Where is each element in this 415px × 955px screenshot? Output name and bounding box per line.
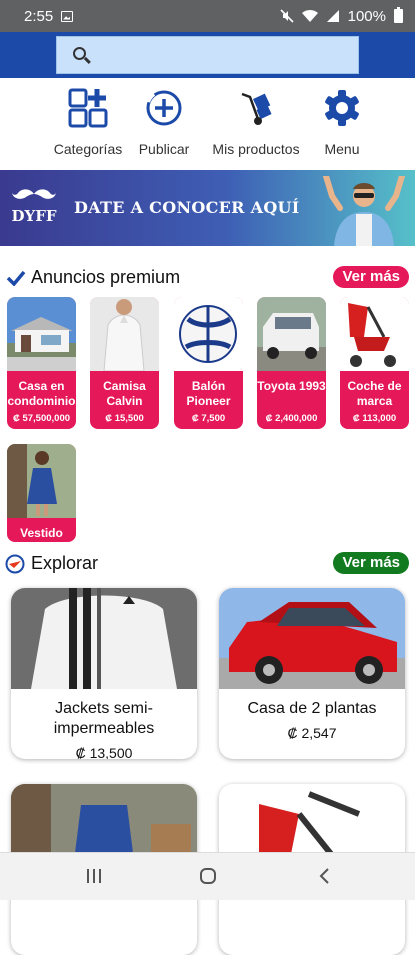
mustache-icon xyxy=(12,189,56,199)
product-name: Vestido xyxy=(20,526,63,540)
search-bar[interactable] xyxy=(56,36,359,74)
gear-icon xyxy=(325,90,359,126)
hand-truck-icon xyxy=(241,92,272,125)
premium-card[interactable]: Casa en condominio ₡ 57,500,000 xyxy=(7,297,76,429)
nav-publicar[interactable]: Publicar xyxy=(136,88,192,157)
explore-title: Explorar xyxy=(31,553,99,573)
product-price: ₡ 15,500 xyxy=(105,413,144,424)
nav-mis-productos[interactable]: Mis productos xyxy=(210,88,302,157)
nav-menu[interactable]: Menu xyxy=(322,88,362,157)
nav-categorias[interactable]: Categorías xyxy=(53,88,123,157)
product-price: ₡ 57,500,000 xyxy=(12,413,71,424)
categories-icon xyxy=(68,88,108,128)
banner-person-image xyxy=(323,176,405,246)
product-name: Camisa Calvin xyxy=(103,379,146,408)
product-image xyxy=(90,297,159,372)
product-price: ₡ 113,000 xyxy=(352,413,397,424)
system-nav-bar xyxy=(0,852,415,900)
recent-apps-icon[interactable] xyxy=(85,867,103,885)
check-icon xyxy=(6,270,26,286)
product-price: ₡ 2,547 xyxy=(287,725,337,741)
mute-icon xyxy=(280,9,294,23)
premium-title: Anuncios premium xyxy=(31,267,181,287)
explore-section-header: Explorar Ver más xyxy=(0,550,415,578)
status-time: 2:55 xyxy=(24,7,54,25)
premium-see-more-button[interactable]: Ver más xyxy=(333,266,409,288)
product-price: ₡ 2,400,000 xyxy=(265,413,318,424)
dyff-logo: DYFF xyxy=(6,188,62,225)
nav-label: Publicar xyxy=(138,141,190,157)
product-price: ₡ 7,500 xyxy=(191,413,226,424)
search-input[interactable] xyxy=(97,37,352,73)
product-name: Toyota 1993 xyxy=(257,379,326,393)
premium-card[interactable]: Coche de marca ₡ 113,000 xyxy=(340,297,409,429)
nav-label: Menu xyxy=(324,141,360,157)
product-image xyxy=(340,297,409,371)
product-name: Coche de marca xyxy=(347,379,402,408)
quick-nav: Categorías Publicar Mis productos Menu xyxy=(0,78,415,170)
product-image xyxy=(7,444,76,518)
status-bar: 2:55 100% xyxy=(0,0,415,32)
product-price: ₡ 13,500 xyxy=(75,745,133,759)
nav-label: Mis productos xyxy=(212,141,300,157)
premium-card[interactable]: Balón Pioneer ₡ 7,500 xyxy=(174,297,243,429)
image-notification-icon xyxy=(61,10,74,22)
premium-section-header: Anuncios premium Ver más xyxy=(0,264,415,292)
product-image xyxy=(174,297,243,371)
product-image xyxy=(219,588,405,689)
nav-label: Categorías xyxy=(53,141,123,157)
add-circle-icon xyxy=(146,90,182,126)
home-icon[interactable] xyxy=(199,867,217,885)
explore-see-more-button[interactable]: Ver más xyxy=(333,552,409,574)
product-image xyxy=(257,297,326,371)
explore-card[interactable]: Jackets semi-impermeables ₡ 13,500 xyxy=(11,588,197,759)
premium-card[interactable]: Vestido xyxy=(7,444,76,542)
product-name: Balón Pioneer xyxy=(186,379,231,408)
explore-compass-icon xyxy=(5,554,25,574)
search-icon xyxy=(73,47,86,60)
logo-text: DYFF xyxy=(11,207,57,225)
promo-banner[interactable]: DYFF DATE A CONOCER AQUÍ xyxy=(0,170,415,246)
product-image xyxy=(7,297,76,371)
product-name: Casa de 2 plantas xyxy=(247,700,377,717)
signal-icon xyxy=(326,10,339,22)
premium-card[interactable]: Toyota 1993 ₡ 2,400,000 xyxy=(257,297,326,429)
explore-card[interactable]: Casa de 2 plantas ₡ 2,547 xyxy=(219,588,405,759)
premium-card[interactable]: Camisa Calvin ₡ 15,500 xyxy=(90,297,159,429)
battery-percent: 100% xyxy=(347,7,386,25)
product-image xyxy=(11,588,197,689)
back-icon[interactable] xyxy=(316,867,334,885)
product-name: Jackets semi-impermeables xyxy=(53,700,155,737)
wifi-icon xyxy=(301,9,318,22)
product-name: Casa en condominio xyxy=(7,379,76,408)
battery-icon xyxy=(394,7,403,23)
banner-tagline: DATE A CONOCER AQUÍ xyxy=(74,198,300,217)
